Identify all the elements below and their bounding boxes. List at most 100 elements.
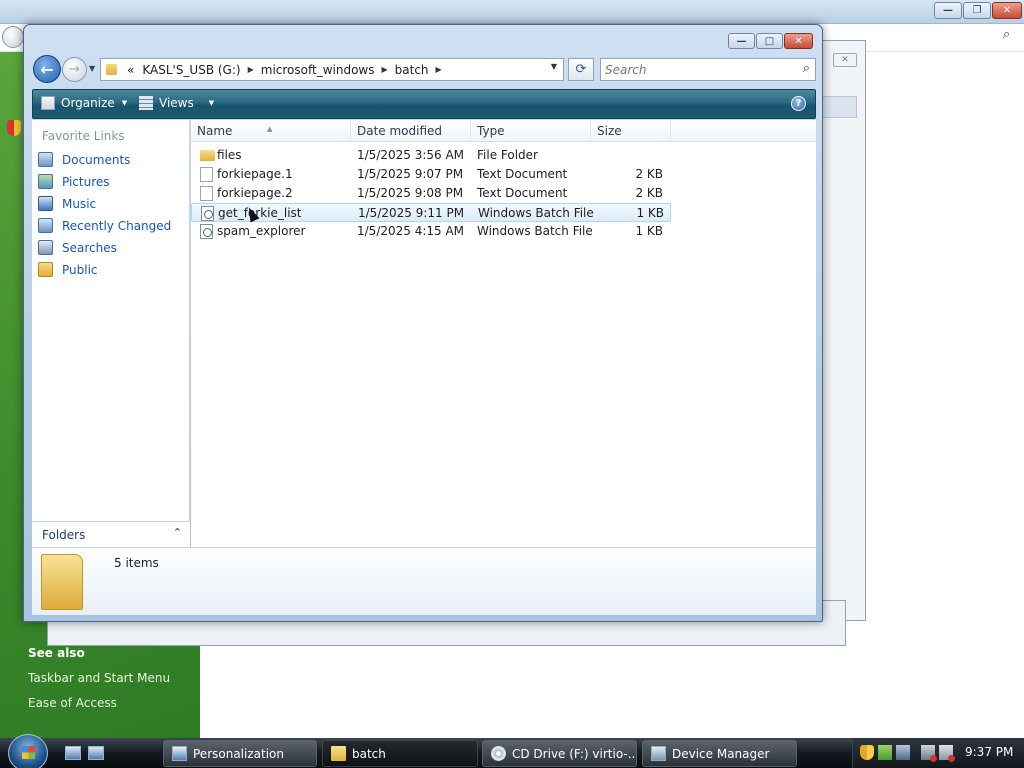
see-also-link-taskbar[interactable]: Taskbar and Start Menu — [28, 671, 170, 685]
search-icon[interactable]: ⌕ — [803, 61, 810, 76]
cd-drive-icon — [491, 746, 506, 761]
window-minimize-button[interactable]: — — [728, 33, 755, 49]
file-type: Windows Batch File — [478, 206, 594, 220]
clock[interactable]: 9:37 PM — [965, 745, 1013, 759]
folder-icon — [331, 746, 346, 761]
column-header-date-modified[interactable]: Date modified — [351, 120, 471, 142]
maximize-icon: □ — [764, 35, 775, 47]
search-box: ⌕ — [600, 58, 816, 81]
file-size: 2 KB — [635, 167, 663, 181]
nav-link-documents[interactable]: Documents — [38, 152, 130, 167]
sidebar-gadget-icon[interactable] — [878, 745, 892, 760]
help-button[interactable]: ? — [791, 96, 806, 111]
close-icon: ✕ — [794, 35, 803, 47]
organize-label: Organize — [61, 96, 115, 110]
taskbar-button-batch[interactable]: batch — [322, 740, 478, 767]
address-dropdown-icon[interactable]: ▼ — [551, 62, 557, 71]
column-header-row: Name ▲ Date modified Type Size — [191, 120, 816, 142]
item-count: 5 items — [114, 556, 159, 570]
minimize-button[interactable]: — — [934, 2, 962, 19]
nav-link-searches[interactable]: Searches — [38, 240, 117, 255]
taskbar-button-device-manager[interactable]: Device Manager — [642, 740, 797, 767]
file-name: forkiepage.1 — [217, 167, 293, 181]
chevron-down-icon: ▼ — [208, 99, 215, 107]
breadcrumb-overflow[interactable]: « — [123, 63, 138, 77]
background-window-titlebar: — ❐ ✕ — [0, 0, 1024, 24]
file-date: 1/5/2025 9:07 PM — [357, 167, 464, 181]
see-also-link-ease-of-access[interactable]: Ease of Access — [28, 696, 117, 710]
file-type: File Folder — [477, 148, 538, 162]
file-type: Text Document — [477, 186, 568, 200]
background-search-icon[interactable]: ⌕ — [1003, 27, 1010, 42]
taskbar-button-label: Personalization — [193, 746, 284, 761]
security-shield-icon[interactable] — [860, 745, 874, 760]
file-date: 1/5/2025 4:15 AM — [357, 224, 465, 238]
taskbar-button-personalization[interactable]: Personalization — [163, 740, 317, 767]
show-desktop-icon[interactable] — [65, 746, 81, 760]
breadcrumb-separator-icon[interactable]: ▶ — [433, 65, 445, 74]
public-folder-icon — [38, 262, 53, 277]
breadcrumb-separator-icon[interactable]: ▶ — [378, 65, 390, 74]
address-bar[interactable]: « KASL'S_USB (G:) ▶ microsoft_windows ▶ … — [100, 58, 564, 81]
folder-icon — [106, 64, 117, 75]
nav-link-label: Pictures — [62, 174, 110, 189]
help-icon: ? — [795, 98, 802, 109]
file-name: forkiepage.2 — [217, 186, 293, 200]
background-back-button[interactable] — [2, 26, 24, 48]
refresh-button[interactable]: ⟳ — [568, 58, 594, 81]
column-header-size[interactable]: Size — [591, 120, 671, 142]
views-button[interactable]: Views ▼ — [139, 96, 214, 110]
nav-link-music[interactable]: Music — [38, 196, 96, 211]
window-close-button[interactable]: ✕ — [784, 33, 813, 49]
navigation-row: ← → ▼ « KASL'S_USB (G:) ▶ microsoft_wind… — [32, 55, 816, 85]
close-button[interactable]: ✕ — [992, 2, 1022, 19]
file-date: 1/5/2025 9:08 PM — [357, 186, 464, 200]
table-row-selected[interactable]: get_forkie_list 1/5/2025 9:11 PM Windows… — [191, 203, 671, 222]
taskbar-button-cd-drive[interactable]: CD Drive (F:) virtio-... — [482, 740, 637, 767]
chevron-down-icon: ▼ — [121, 99, 128, 107]
column-label: Type — [477, 124, 505, 138]
switch-windows-icon[interactable] — [88, 746, 104, 760]
table-row[interactable]: files 1/5/2025 3:56 AM File Folder — [191, 146, 671, 165]
sort-ascending-icon: ▲ — [267, 125, 273, 133]
refresh-icon: ⟳ — [575, 62, 587, 77]
file-date: 1/5/2025 3:56 AM — [357, 148, 465, 162]
network-disconnected-icon[interactable] — [921, 745, 937, 762]
volume-muted-icon[interactable] — [939, 745, 955, 762]
background-close-icon[interactable]: ✕ — [833, 53, 857, 67]
folders-toggle[interactable]: Folders ⌃ — [32, 521, 190, 547]
searches-icon — [38, 240, 53, 255]
organize-button[interactable]: Organize ▼ — [41, 96, 127, 110]
nav-link-public[interactable]: Public — [38, 262, 98, 277]
large-folder-icon — [41, 554, 83, 610]
network-icon[interactable] — [896, 745, 910, 760]
file-size: 1 KB — [635, 224, 663, 238]
window-maximize-button[interactable]: □ — [756, 33, 783, 49]
back-button[interactable]: ← — [33, 55, 61, 83]
forward-button[interactable]: → — [62, 57, 87, 82]
text-file-icon — [200, 167, 213, 182]
minimize-icon: — — [943, 5, 953, 16]
taskbar-button-label: batch — [352, 746, 386, 761]
file-size: 1 KB — [636, 206, 664, 220]
recent-pages-dropdown[interactable]: ▼ — [89, 64, 95, 73]
column-header-type[interactable]: Type — [471, 120, 591, 142]
restore-button[interactable]: ❐ — [963, 2, 991, 19]
file-type: Windows Batch File — [477, 224, 593, 238]
arrow-right-icon: → — [69, 62, 80, 77]
search-input[interactable] — [605, 62, 785, 77]
restore-icon: ❐ — [972, 5, 982, 16]
breadcrumb-microsoft-windows[interactable]: microsoft_windows — [257, 63, 379, 77]
nav-link-pictures[interactable]: Pictures — [38, 174, 110, 189]
breadcrumb-separator-icon[interactable]: ▶ — [245, 65, 257, 74]
breadcrumb-drive[interactable]: KASL'S_USB (G:) — [138, 63, 244, 77]
column-header-name[interactable]: Name ▲ — [191, 120, 351, 142]
nav-link-recently-changed[interactable]: Recently Changed — [38, 218, 171, 233]
table-row[interactable]: forkiepage.1 1/5/2025 9:07 PM Text Docum… — [191, 165, 671, 184]
personalization-icon — [172, 746, 187, 761]
column-label: Date modified — [357, 124, 443, 138]
table-row[interactable]: spam_explorer 1/5/2025 4:15 AM Windows B… — [191, 222, 671, 241]
table-row[interactable]: forkiepage.2 1/5/2025 9:08 PM Text Docum… — [191, 184, 671, 203]
start-button[interactable] — [8, 734, 48, 768]
breadcrumb-batch[interactable]: batch — [391, 63, 433, 77]
